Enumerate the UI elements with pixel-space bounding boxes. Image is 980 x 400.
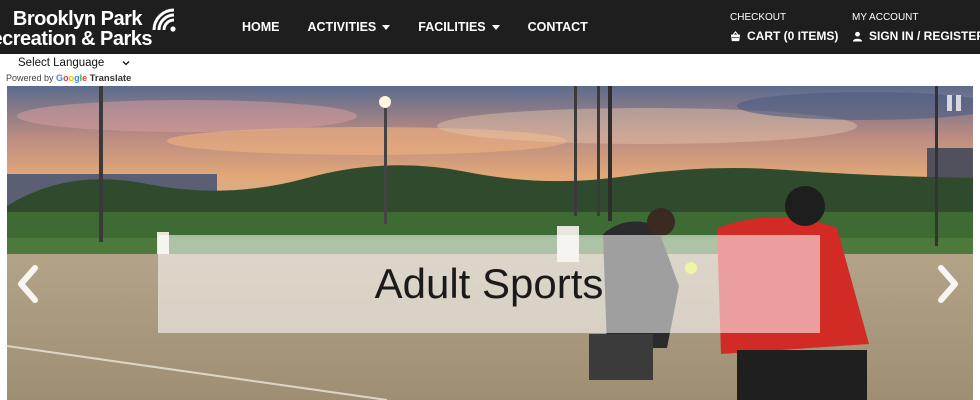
chevron-down-icon bbox=[122, 61, 130, 66]
nav-contact[interactable]: CONTACT bbox=[528, 20, 588, 34]
hero-carousel[interactable]: Adult Sports bbox=[7, 86, 973, 400]
cart-label: CART (0 ITEMS) bbox=[747, 29, 839, 43]
pause-icon[interactable] bbox=[945, 94, 963, 112]
nav-activities[interactable]: ACTIVITIES bbox=[308, 20, 391, 34]
nav-facilities[interactable]: FACILITIES bbox=[418, 20, 500, 34]
logo-line-1: Brooklyn Park bbox=[12, 8, 143, 30]
language-select[interactable]: Select Language bbox=[18, 57, 130, 69]
caret-down-icon bbox=[491, 24, 500, 30]
chevron-left-icon[interactable] bbox=[13, 262, 43, 306]
language-select-label: Select Language bbox=[18, 57, 105, 69]
powered-by-google[interactable]: Powered by Google Translate bbox=[6, 73, 131, 84]
user-icon bbox=[852, 31, 863, 42]
nav-home-label: HOME bbox=[242, 20, 280, 34]
sign-in-label: SIGN IN / REGISTER bbox=[869, 29, 980, 43]
cart-icon bbox=[730, 30, 741, 41]
sign-in-link[interactable]: SIGN IN / REGISTER bbox=[852, 28, 980, 44]
chevron-right-icon[interactable] bbox=[933, 262, 963, 306]
nav-facilities-label: FACILITIES bbox=[418, 20, 486, 34]
powered-by-label: Powered by bbox=[6, 73, 54, 83]
checkout-small-label: CHECKOUT bbox=[730, 12, 787, 23]
hero-caption: Adult Sports bbox=[158, 235, 820, 333]
nav-contact-label: CONTACT bbox=[527, 20, 588, 34]
main-nav: HOME ACTIVITIES FACILITIES CONTACT bbox=[242, 0, 616, 54]
my-account-link[interactable]: MY ACCOUNT SIGN IN / REGISTER bbox=[852, 12, 980, 44]
caret-down-icon bbox=[382, 24, 391, 30]
translate-bar: Select Language Powered by Google Transl… bbox=[0, 54, 980, 86]
account-small-label: MY ACCOUNT bbox=[852, 12, 919, 23]
logo-line-2: Recreation & Parks bbox=[0, 28, 153, 50]
wifi-signal-icon bbox=[152, 8, 176, 32]
site-logo[interactable]: Brooklyn Park Recreation & Parks bbox=[0, 6, 180, 52]
translate-label: Translate bbox=[89, 73, 132, 84]
nav-home[interactable]: HOME bbox=[242, 20, 280, 34]
checkout-link[interactable]: CHECKOUT CART (0 ITEMS) bbox=[730, 12, 838, 44]
header-bar: Brooklyn Park Recreation & Parks HOME AC… bbox=[0, 0, 980, 54]
cart-link[interactable]: CART (0 ITEMS) bbox=[730, 28, 838, 44]
nav-activities-label: ACTIVITIES bbox=[307, 20, 377, 34]
google-logo: Google bbox=[56, 73, 88, 83]
hero-caption-text: Adult Sports bbox=[374, 260, 604, 307]
